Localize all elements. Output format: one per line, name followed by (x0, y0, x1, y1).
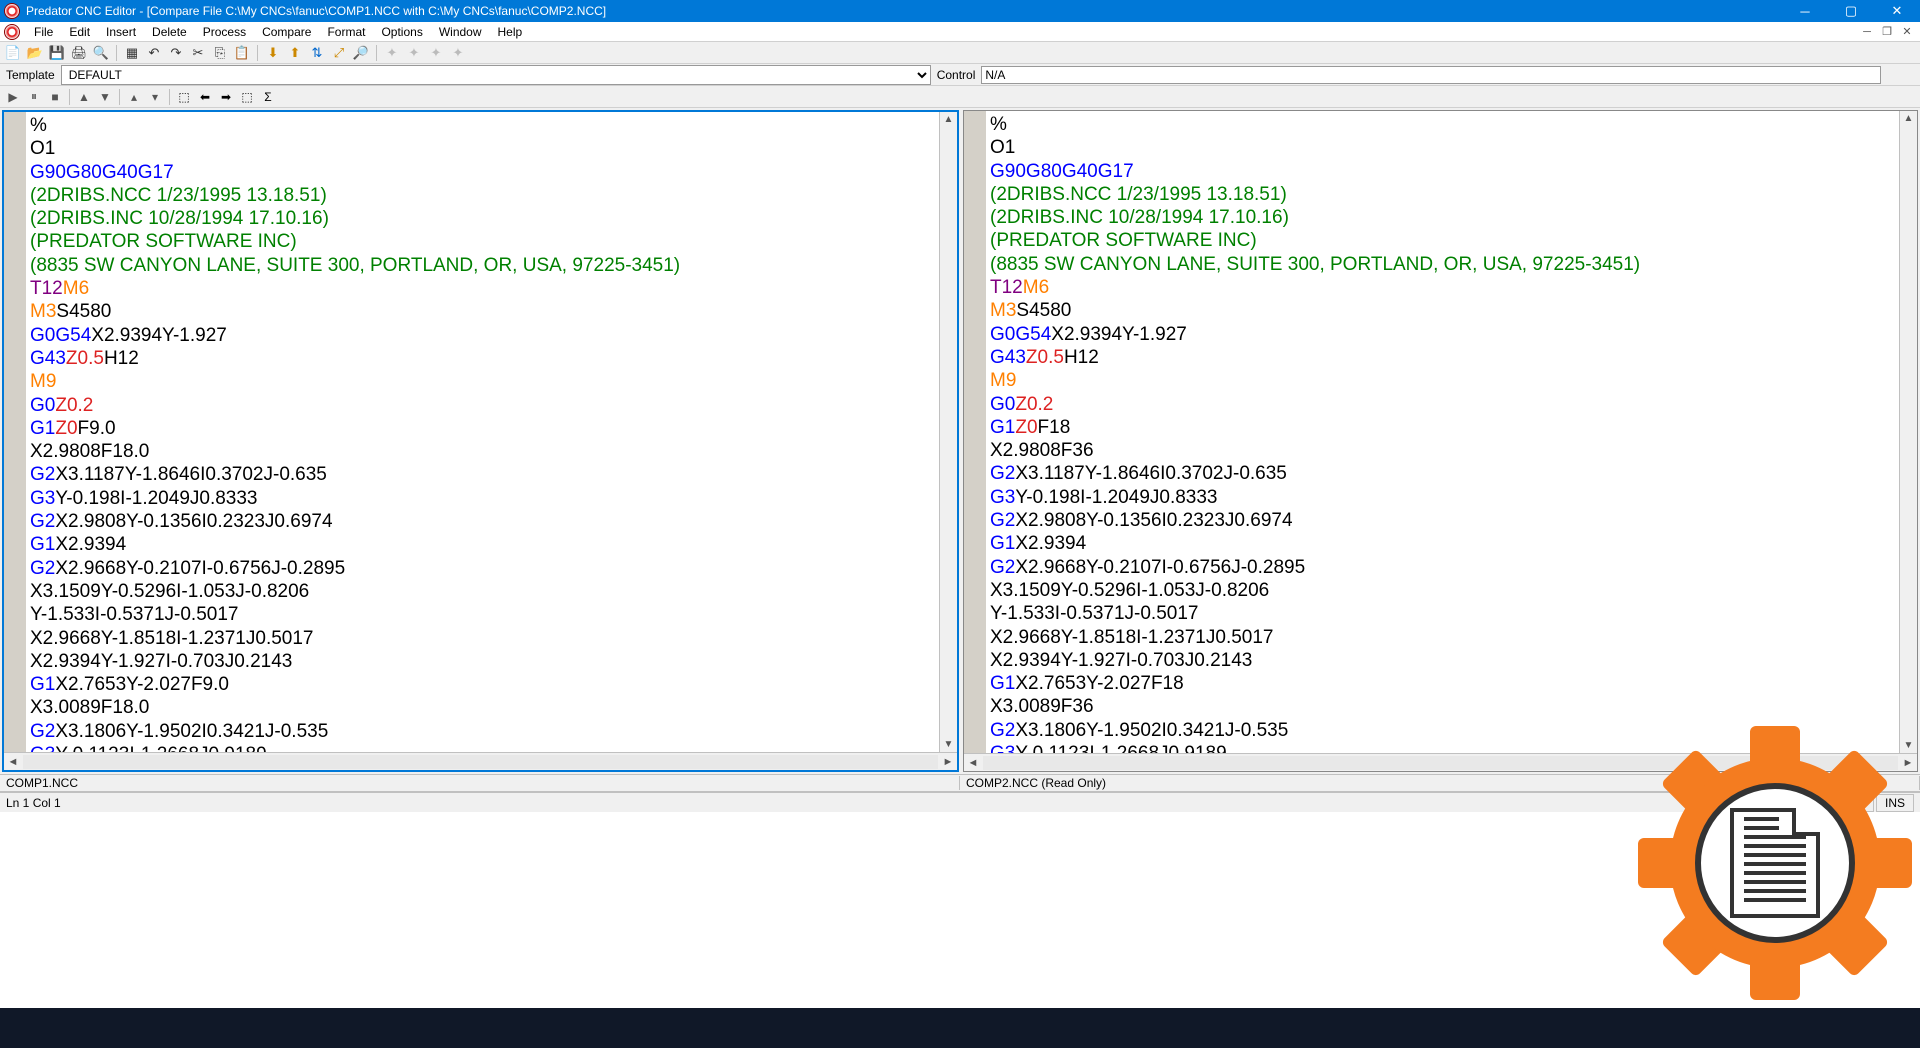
next-icon[interactable]: ▾ (146, 88, 164, 106)
move-right-icon[interactable]: ➡ (217, 88, 235, 106)
mdi-minimize[interactable]: ─ (1858, 24, 1876, 40)
menu-file[interactable]: File (26, 23, 61, 41)
status-position: Ln 1 Col 1 (6, 796, 1774, 810)
right-pane: %O1G90G80G40G17(2DRIBS.NCC 1/23/1995 13.… (963, 110, 1918, 772)
titlebar[interactable]: Predator CNC Editor - [Compare File C:\M… (0, 0, 1920, 22)
left-vscroll[interactable]: ▲▼ (939, 112, 957, 752)
control-label: Control (937, 68, 976, 82)
redo-icon[interactable]: ↷ (167, 44, 185, 62)
compare-container: %O1G90G80G40G17(2DRIBS.NCC 1/23/1995 13.… (0, 108, 1920, 774)
copy-icon[interactable]: ⎘ (211, 44, 229, 62)
open-icon[interactable]: 📂 (26, 44, 44, 62)
left-hscroll[interactable]: ◄► (4, 752, 957, 770)
find-icon[interactable]: 🔎 (352, 44, 370, 62)
menu-delete[interactable]: Delete (144, 23, 195, 41)
close-button[interactable]: ✕ (1874, 0, 1920, 22)
menu-window[interactable]: Window (431, 23, 490, 41)
right-gutter (964, 111, 986, 753)
right-filename: COMP2.NCC (Read Only) (960, 776, 1920, 790)
move-left-icon[interactable]: ⬅ (196, 88, 214, 106)
sigma-icon[interactable]: Σ (259, 88, 277, 106)
left-pane: %O1G90G80G40G17(2DRIBS.NCC 1/23/1995 13.… (2, 110, 959, 772)
tool3-icon[interactable]: ⇅ (308, 44, 326, 62)
sparkle1-icon[interactable]: ✦ (383, 44, 401, 62)
control-input[interactable] (981, 66, 1881, 84)
template-row: Template DEFAULT Control (0, 64, 1920, 86)
status-num: NUM (1776, 794, 1821, 812)
prev-icon[interactable]: ▴ (125, 88, 143, 106)
minimize-button[interactable]: ─ (1782, 0, 1828, 22)
status-caps: CAPS (1823, 794, 1874, 812)
paste-icon[interactable]: 📋 (233, 44, 251, 62)
menu-edit[interactable]: Edit (61, 23, 98, 41)
pause-icon[interactable]: ⏸ (25, 88, 43, 106)
menu-help[interactable]: Help (490, 23, 531, 41)
print-icon[interactable]: 🖨 (70, 44, 88, 62)
sparkle4-icon[interactable]: ✦ (449, 44, 467, 62)
template-select[interactable]: DEFAULT (61, 65, 931, 85)
file-label-row: COMP1.NCC COMP2.NCC (Read Only) (0, 774, 1920, 792)
mdi-restore[interactable]: ❐ (1878, 24, 1896, 40)
menu-options[interactable]: Options (373, 23, 430, 41)
grid-icon[interactable]: ▦ (123, 44, 141, 62)
menubar: FileEditInsertDeleteProcessCompareFormat… (0, 22, 1920, 42)
doc-icon (4, 24, 20, 40)
sparkle2-icon[interactable]: ✦ (405, 44, 423, 62)
mdi-close[interactable]: ✕ (1898, 24, 1916, 40)
cut-icon[interactable]: ✂ (189, 44, 207, 62)
save-icon[interactable]: 💾 (48, 44, 66, 62)
tool1-icon[interactable]: ⬇ (264, 44, 282, 62)
new-icon[interactable]: 📄 (4, 44, 22, 62)
right-vscroll[interactable]: ▲▼ (1899, 111, 1917, 753)
statusbar: Ln 1 Col 1 NUM CAPS INS (0, 792, 1920, 812)
play-icon[interactable]: ▶ (4, 88, 22, 106)
stop-icon[interactable]: ■ (46, 88, 64, 106)
left-editor[interactable]: %O1G90G80G40G17(2DRIBS.NCC 1/23/1995 13.… (26, 112, 939, 752)
status-ins: INS (1876, 794, 1914, 812)
down-icon[interactable]: ▼ (96, 88, 114, 106)
up-icon[interactable]: ▲ (75, 88, 93, 106)
menu-compare[interactable]: Compare (254, 23, 319, 41)
left-gutter (4, 112, 26, 752)
app-icon (4, 3, 20, 19)
preview-icon[interactable]: 🔍 (92, 44, 110, 62)
tool2-icon[interactable]: ⬆ (286, 44, 304, 62)
secondary-toolbar: ▶ ⏸ ■ ▲ ▼ ▴ ▾ ⬚ ⬅ ➡ ⬚ Σ (0, 86, 1920, 108)
menu-insert[interactable]: Insert (98, 23, 144, 41)
right-editor[interactable]: %O1G90G80G40G17(2DRIBS.NCC 1/23/1995 13.… (986, 111, 1899, 753)
maximize-button[interactable]: ▢ (1828, 0, 1874, 22)
menu-process[interactable]: Process (195, 23, 254, 41)
undo-icon[interactable]: ↶ (145, 44, 163, 62)
compare-right-icon[interactable]: ⬚ (238, 88, 256, 106)
left-filename: COMP1.NCC (0, 776, 960, 790)
tool4-icon[interactable]: ⤢ (330, 44, 348, 62)
right-hscroll[interactable]: ◄► (964, 753, 1917, 771)
template-label: Template (6, 68, 55, 82)
taskbar[interactable] (0, 1008, 1920, 1048)
main-toolbar: 📄 📂 💾 🖨 🔍 ▦ ↶ ↷ ✂ ⎘ 📋 ⬇ ⬆ ⇅ ⤢ 🔎 ✦ ✦ ✦ ✦ (0, 42, 1920, 64)
compare-left-icon[interactable]: ⬚ (175, 88, 193, 106)
sparkle3-icon[interactable]: ✦ (427, 44, 445, 62)
window-title: Predator CNC Editor - [Compare File C:\M… (26, 4, 1782, 18)
menu-format[interactable]: Format (319, 23, 373, 41)
